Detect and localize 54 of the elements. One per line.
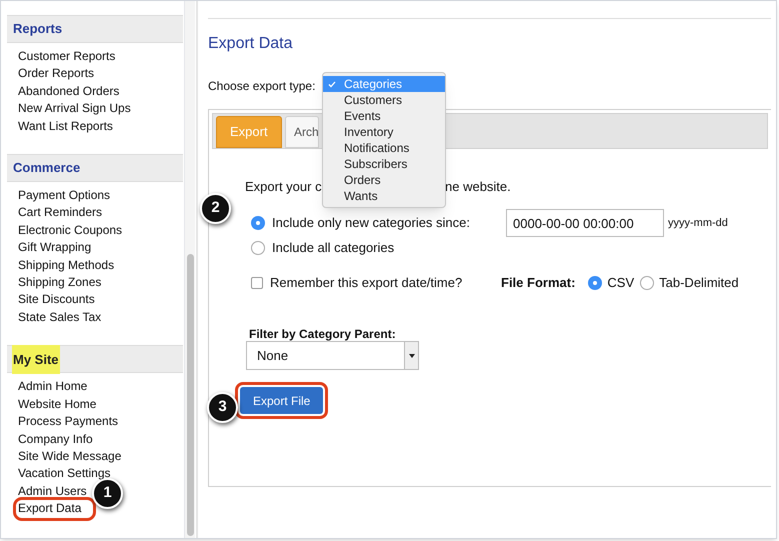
- sidebar-link[interactable]: Gift Wrapping: [18, 239, 92, 257]
- section-title: My Site: [12, 344, 60, 374]
- menu-item[interactable]: Wants: [323, 188, 445, 204]
- section-title: Commerce: [12, 159, 82, 178]
- menu-item[interactable]: Notifications: [323, 140, 445, 156]
- sidebar-link[interactable]: Export Data: [16, 500, 94, 518]
- field-label: Filter by Category Parent:: [249, 326, 396, 341]
- section-title: Reports: [12, 20, 64, 38]
- sidebar-link[interactable]: Payment Options: [18, 187, 110, 204]
- sidebar-link[interactable]: Website Home: [18, 396, 96, 414]
- field-label: File Format:: [501, 274, 576, 292]
- caret-icon: [408, 354, 414, 358]
- sidebar-link[interactable]: Shipping Methods: [18, 256, 114, 274]
- sidebar-link[interactable]: Company Info: [18, 430, 93, 448]
- menu-item[interactable]: Orders: [323, 172, 445, 188]
- sidebar-link[interactable]: Shipping Zones: [18, 274, 102, 292]
- sidebar-link[interactable]: Electronic Coupons: [18, 222, 122, 240]
- sidebar-link[interactable]: Order Reports: [18, 65, 94, 83]
- sidebar-link[interactable]: Customer Reports: [18, 48, 116, 66]
- sidebar-link[interactable]: Want List Reports: [18, 118, 113, 136]
- radio-button[interactable]: [640, 276, 654, 290]
- checkbox-label: Remember this export date/time?: [270, 274, 464, 292]
- sidebar-link[interactable]: Admin Home: [18, 378, 88, 396]
- intro-text: ne website.: [445, 178, 511, 196]
- option-label: CSV: [607, 274, 634, 292]
- export-button[interactable]: Export File: [240, 387, 324, 414]
- sidebar-link[interactable]: Site Discounts: [18, 291, 95, 309]
- tab[interactable]: Arch: [285, 116, 319, 148]
- sidebar-link[interactable]: Abandoned Orders: [18, 82, 120, 100]
- sidebar-link[interactable]: Admin Users: [18, 482, 87, 500]
- sidebar-link[interactable]: Cart Reminders: [18, 204, 102, 222]
- menu-item[interactable]: Customers: [323, 92, 445, 108]
- menu-item[interactable]: Events: [323, 108, 445, 124]
- sidebar-link[interactable]: New Arrival Sign Ups: [18, 100, 131, 118]
- option-label: Include all categories: [272, 239, 394, 258]
- scrollbar-thumb[interactable]: [187, 254, 194, 536]
- intro-text: Export your c: [245, 178, 322, 196]
- page-title: Export Data: [208, 34, 292, 54]
- checkbox[interactable]: [251, 277, 263, 289]
- check-icon: [328, 80, 336, 88]
- option-label: Include only new categories since:: [272, 214, 470, 232]
- date-field[interactable]: 0000-00-00 00:00:00: [506, 209, 664, 237]
- sidebar-link[interactable]: State Sales Tax: [18, 308, 102, 326]
- menu-item[interactable]: Subscribers: [323, 156, 445, 172]
- radio-button[interactable]: [588, 276, 602, 290]
- format-hint: yyyy-mm-dd: [668, 216, 728, 231]
- sidebar-link[interactable]: Site Wide Message: [18, 448, 122, 466]
- radio-button[interactable]: [251, 241, 265, 255]
- menu-item[interactable]: Inventory: [323, 124, 445, 140]
- field-label: Choose export type:: [208, 78, 316, 95]
- radio-button[interactable]: [251, 216, 265, 230]
- option-label: Tab-Delimited: [659, 274, 739, 292]
- category-select[interactable]: None: [246, 341, 419, 370]
- sidebar-link[interactable]: Process Payments: [18, 413, 118, 430]
